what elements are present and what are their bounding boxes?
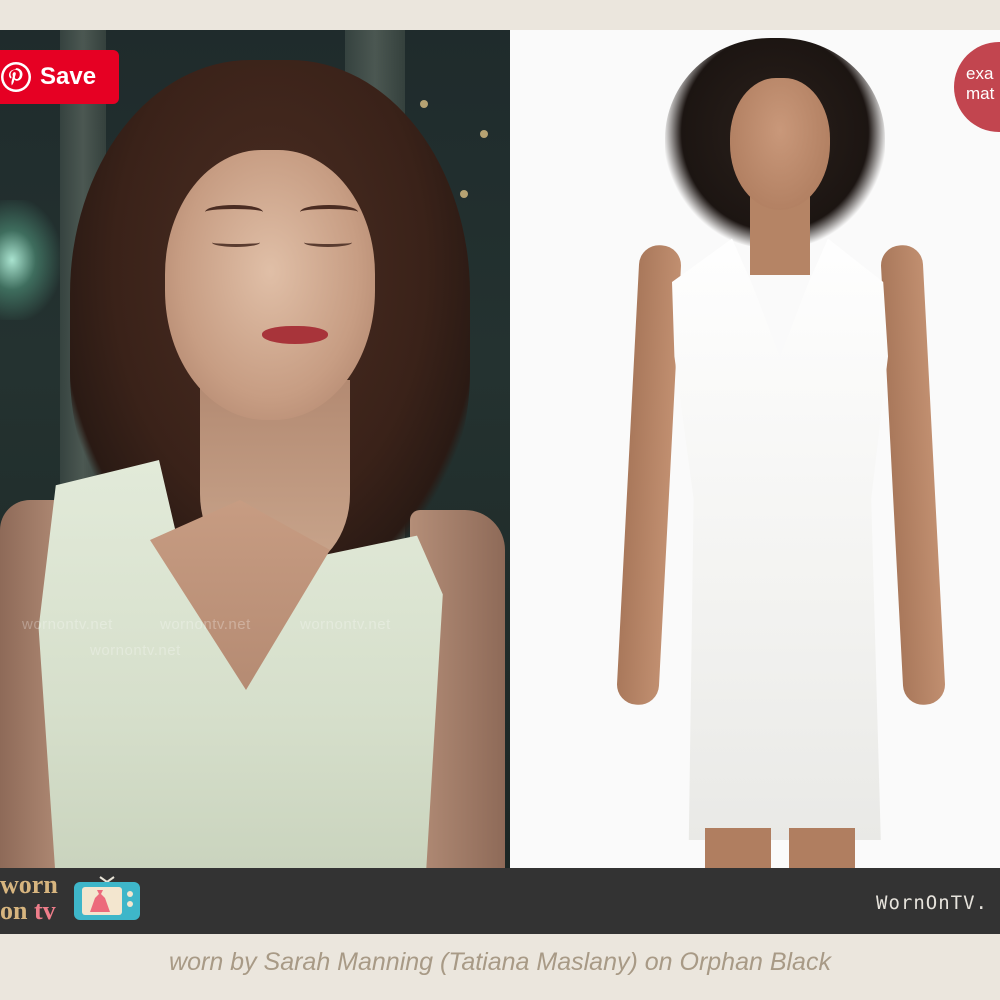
model-legs [705,828,855,868]
logo-line-2a: on [0,896,28,925]
pinterest-icon [1,62,31,92]
product-image: exa mat [510,30,1000,868]
city-light [420,100,428,108]
composite-photo[interactable]: wornontv.net wornontv.net wornontv.net w… [0,30,1000,868]
wornontv-logo[interactable]: worn on tv [0,872,58,924]
site-url[interactable]: WornOnTV. [876,892,988,914]
city-light [460,190,468,198]
city-light [480,130,488,138]
save-label: Save [40,63,97,90]
image-caption: worn by Sarah Manning (Tatiana Maslany) … [169,948,831,976]
tv-dress-icon [74,876,140,920]
watermark-text: wornontv.net [300,616,391,633]
watermark-text: wornontv.net [90,642,181,659]
exact-match-badge: exa mat [954,42,1000,132]
pinterest-save-button[interactable]: Save [0,50,119,104]
logo-line-2b: tv [33,896,56,925]
watermark-text: wornontv.net [22,616,113,633]
actress-face [165,150,375,420]
page-frame: wornontv.net wornontv.net wornontv.net w… [0,0,1000,1000]
model-face [730,78,830,210]
top-strip [0,0,1000,30]
brand-bar: worn on tv WornOnTV. [0,868,1000,934]
right-eye [304,238,352,247]
badge-line-2: mat [966,84,995,103]
left-eye [212,238,260,247]
watermark-text: wornontv.net [160,616,251,633]
right-brow [300,205,358,219]
window-light [0,200,60,320]
model-left-arm [615,244,683,706]
tv-still-image: wornontv.net wornontv.net wornontv.net w… [0,30,510,868]
model-right-arm [879,244,947,706]
white-sheath-dress [672,238,888,840]
actress-lips [262,326,328,344]
left-brow [205,205,263,219]
logo-line-1: worn [0,870,58,899]
badge-line-1: exa [966,64,994,83]
